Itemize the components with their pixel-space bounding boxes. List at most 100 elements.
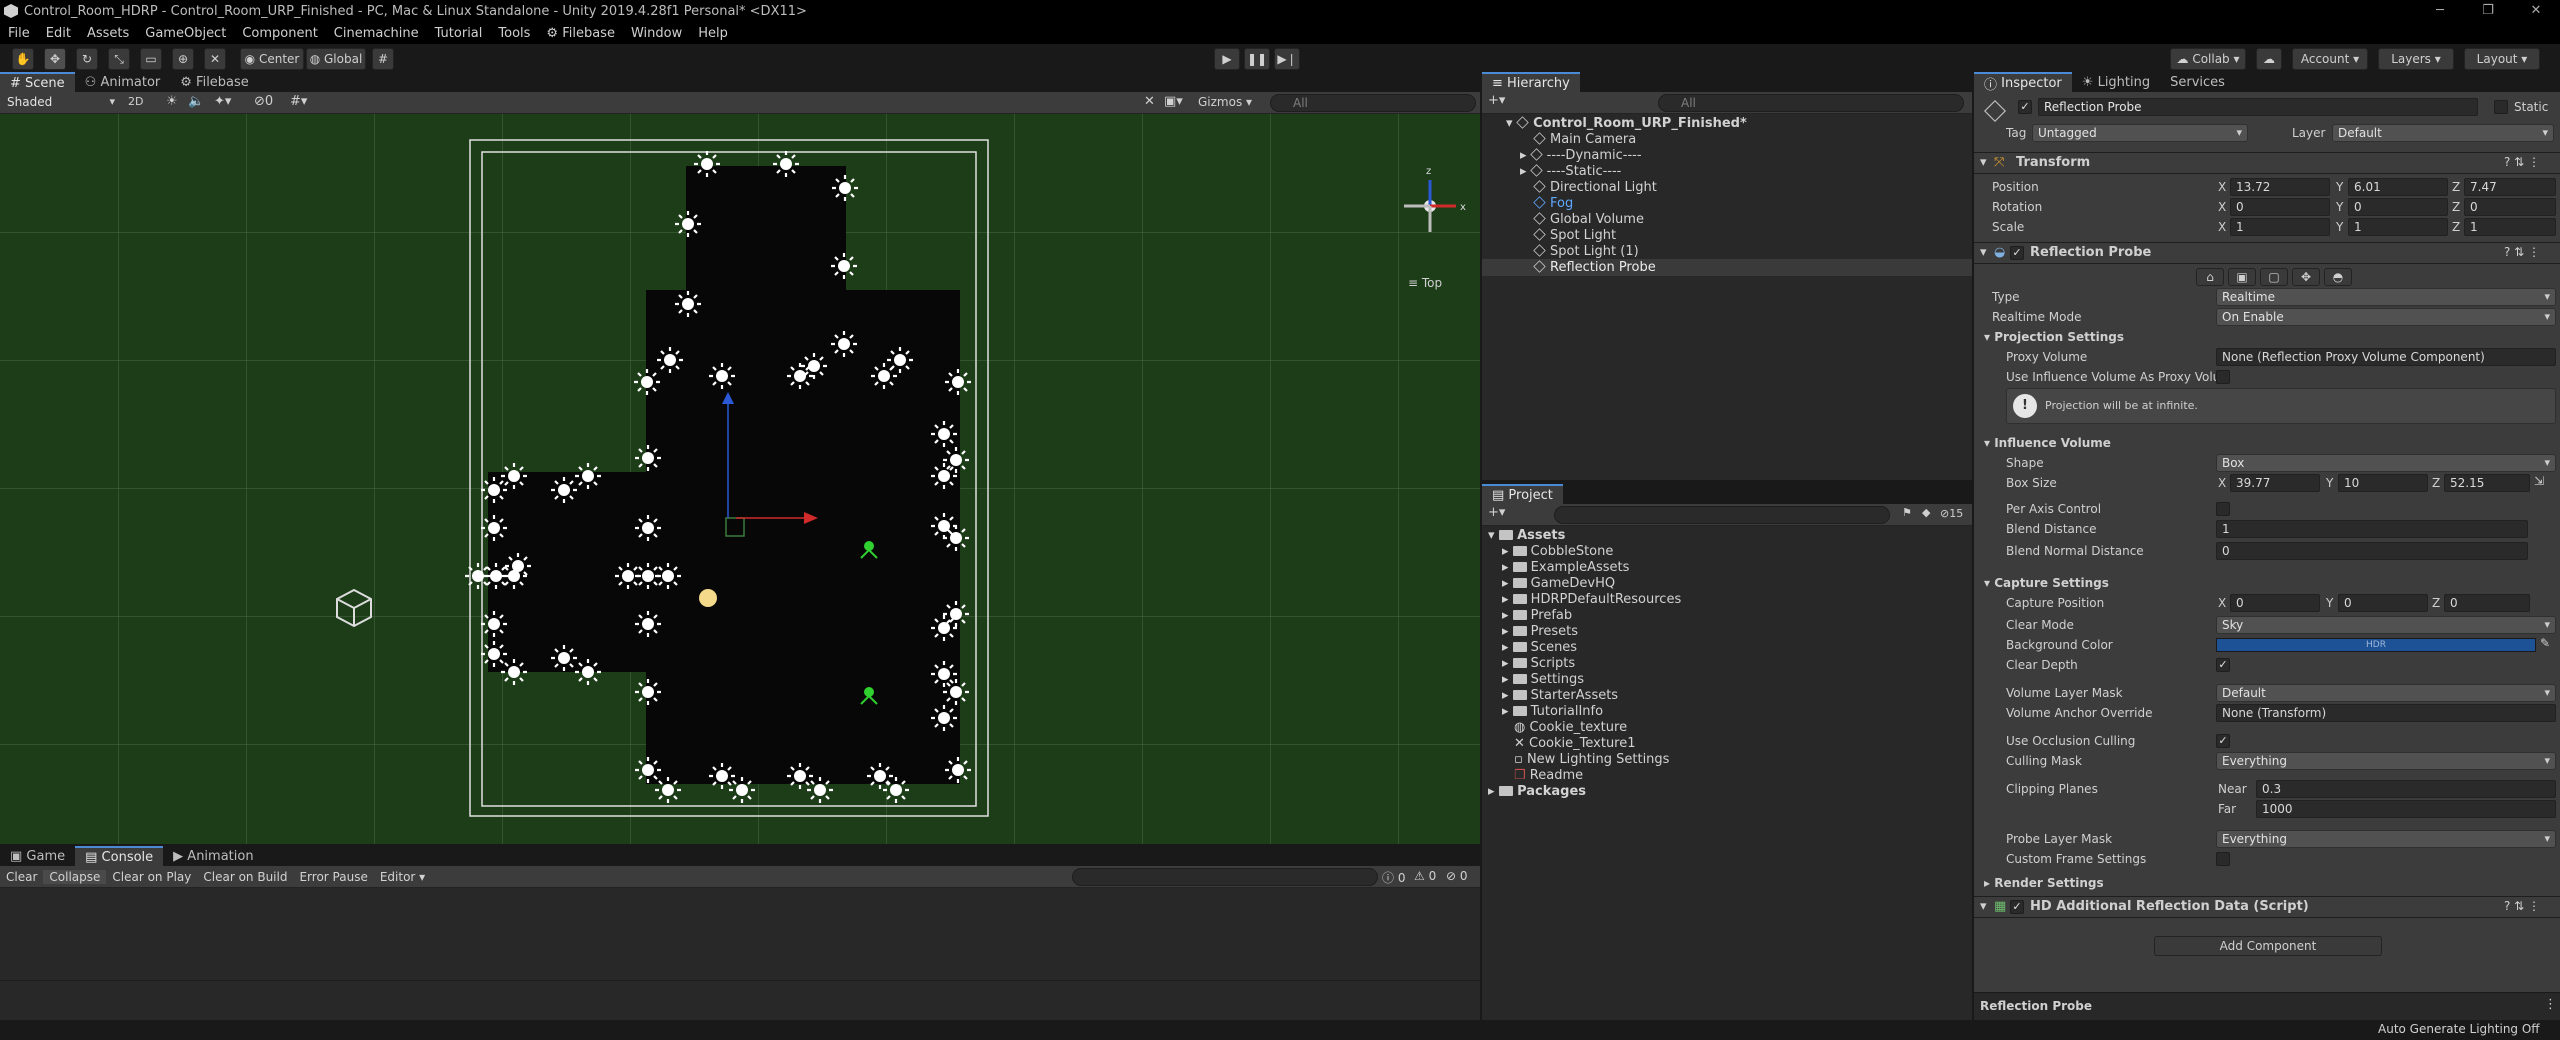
influence-volume-foldout[interactable]: ▾ Influence Volume xyxy=(1984,436,2111,450)
tab-animation[interactable]: ▶ Animation xyxy=(163,846,263,866)
menu-filebase[interactable]: ⚙ Filebase xyxy=(538,26,623,41)
clear-mode-dropdown[interactable]: Sky xyxy=(2216,616,2556,634)
lighting-toggle-icon[interactable]: ☀ xyxy=(166,94,178,109)
tag-dropdown[interactable]: Untagged xyxy=(2032,124,2248,142)
audio-toggle-icon[interactable]: 🔈 xyxy=(188,94,204,109)
transform-tool-icon[interactable]: ⊕ xyxy=(172,48,194,70)
custom-tool-icon[interactable]: ✕ xyxy=(204,48,226,70)
hierarchy-item-main-camera[interactable]: Main Camera xyxy=(1534,132,1636,148)
folder-presets[interactable]: ▸ Presets xyxy=(1502,624,1578,640)
error-count[interactable]: ⊘ 0 xyxy=(1446,869,1468,883)
tab-inspector[interactable]: ⓘ Inspector xyxy=(1974,72,2072,92)
probe-layer-mask-dropdown[interactable]: Everything xyxy=(2216,830,2556,848)
hierarchy-item-dynamic[interactable]: ▸ ----Dynamic---- xyxy=(1520,148,1642,164)
hierarchy-item-spot-light[interactable]: Spot Light xyxy=(1534,228,1616,244)
box-size-x-field[interactable]: 39.77 xyxy=(2230,474,2320,492)
box-edit-icon[interactable]: ⇲ xyxy=(2534,474,2544,488)
culling-mask-dropdown[interactable]: Everything xyxy=(2216,752,2556,770)
scale-x-field[interactable]: 1 xyxy=(2230,218,2330,236)
create-asset-button[interactable]: +▾ xyxy=(1488,505,1505,520)
hierarchy-item-directional-light[interactable]: Directional Light xyxy=(1534,180,1657,196)
hidden-objects-icon[interactable]: ⊘0 xyxy=(254,94,273,109)
step-button[interactable]: ▶❘ xyxy=(1274,48,1300,70)
error-pause-button[interactable]: Error Pause xyxy=(293,870,373,884)
anchor-override-field[interactable]: None (Transform) xyxy=(2216,704,2556,722)
component-menu-icons[interactable]: ? ⇅ ⋮ xyxy=(2504,899,2540,913)
component-menu-icons[interactable]: ? ⇅ ⋮ xyxy=(2504,245,2540,259)
custom-frame-checkbox[interactable] xyxy=(2216,852,2230,866)
shading-mode-dropdown[interactable]: Shaded xyxy=(2,94,120,112)
minimize-icon[interactable]: ─ xyxy=(2420,0,2460,22)
scene-root[interactable]: ▾ Control_Room_URP_Finished* xyxy=(1506,116,1747,132)
pivot-global-button[interactable]: ◍ Global xyxy=(306,48,366,70)
console-search-input[interactable] xyxy=(1072,868,1378,886)
proxy-volume-field[interactable]: None (Reflection Proxy Volume Component) xyxy=(2216,348,2556,366)
volume-layer-mask-dropdown[interactable]: Default xyxy=(2216,684,2556,702)
gizmos-dropdown[interactable]: Gizmos ▾ xyxy=(1198,95,1252,109)
play-button[interactable]: ▶ xyxy=(1214,48,1240,70)
shape-dropdown[interactable]: Box xyxy=(2216,454,2556,472)
menu-edit[interactable]: Edit xyxy=(38,26,79,41)
project-search-input[interactable] xyxy=(1554,506,1890,524)
far-field[interactable]: 1000 xyxy=(2256,800,2556,818)
rotate-tool-icon[interactable]: ↻ xyxy=(76,48,98,70)
log-count[interactable]: ⓘ 0 xyxy=(1382,869,1405,886)
account-dropdown[interactable]: Account ▾ xyxy=(2292,48,2368,70)
warning-count[interactable]: ⚠ 0 xyxy=(1414,869,1436,883)
tools-icon[interactable]: ✕ xyxy=(1144,94,1155,109)
rect-tool-icon[interactable]: ▭ xyxy=(140,48,162,70)
tab-lighting[interactable]: ☀ Lighting xyxy=(2072,72,2160,92)
asset-readme[interactable]: ❒ Readme xyxy=(1514,768,1583,784)
folder-scripts[interactable]: ▸ Scripts xyxy=(1502,656,1575,672)
folder-prefab[interactable]: ▸ Prefab xyxy=(1502,608,1572,624)
hierarchy-search-input[interactable]: All xyxy=(1658,94,1964,112)
scene-search-input[interactable]: All xyxy=(1270,94,1476,112)
hierarchy-item-static[interactable]: ▸ ----Static---- xyxy=(1520,164,1621,180)
box-size-z-field[interactable]: 52.15 xyxy=(2444,474,2530,492)
tab-project[interactable]: ▤ Project xyxy=(1482,484,1563,504)
rotation-x-field[interactable]: 0 xyxy=(2230,198,2330,216)
static-checkbox[interactable] xyxy=(2494,100,2508,114)
use-influence-checkbox[interactable] xyxy=(2216,370,2230,384)
realtime-mode-dropdown[interactable]: On Enable xyxy=(2216,308,2556,326)
assets-root[interactable]: ▾ Assets xyxy=(1488,528,1565,544)
menu-tutorial[interactable]: Tutorial xyxy=(427,26,491,41)
asset-cookie-texture[interactable]: ◍ Cookie_texture xyxy=(1514,720,1627,736)
collapse-button[interactable]: Collapse xyxy=(43,870,106,884)
component-menu-icons[interactable]: ? ⇅ ⋮ xyxy=(2504,155,2540,169)
capture-z-field[interactable]: 0 xyxy=(2444,594,2530,612)
tab-console[interactable]: ▤ Console xyxy=(75,846,163,866)
scale-z-field[interactable]: 1 xyxy=(2464,218,2556,236)
position-y-field[interactable]: 6.01 xyxy=(2348,178,2448,196)
transform-header[interactable]: ▾ ⤧ Transform ? ⇅ ⋮ xyxy=(1974,152,2560,174)
clear-on-build-button[interactable]: Clear on Build xyxy=(197,870,293,884)
edit-capture-point-icon[interactable]: ✥ xyxy=(2292,268,2320,286)
capture-y-field[interactable]: 0 xyxy=(2338,594,2428,612)
tab-scene[interactable]: # Scene xyxy=(0,72,75,92)
add-component-button[interactable]: Add Component xyxy=(2154,936,2382,956)
tab-services[interactable]: Services xyxy=(2160,72,2235,92)
grid-toggle-icon[interactable]: #▾ xyxy=(290,94,307,109)
scale-y-field[interactable]: 1 xyxy=(2348,218,2448,236)
tab-game[interactable]: ▣ Game xyxy=(0,846,75,866)
type-dropdown[interactable]: Realtime xyxy=(2216,288,2556,306)
folder-scenes[interactable]: ▸ Scenes xyxy=(1502,640,1577,656)
occlusion-culling-checkbox[interactable]: ✓ xyxy=(2216,734,2230,748)
reflection-probe-header[interactable]: ▾ ◒ ✓ Reflection Probe ? ⇅ ⋮ xyxy=(1974,242,2560,264)
menu-component[interactable]: Component xyxy=(234,26,325,41)
close-icon[interactable]: ✕ xyxy=(2516,0,2556,22)
create-button[interactable]: +▾ xyxy=(1488,93,1505,108)
blend-distance-field[interactable]: 1 xyxy=(2216,520,2528,538)
menu-help[interactable]: Help xyxy=(690,26,736,41)
menu-window[interactable]: Window xyxy=(623,26,690,41)
clear-depth-checkbox[interactable]: ✓ xyxy=(2216,658,2230,672)
tab-filebase[interactable]: ⚙ Filebase xyxy=(170,72,259,92)
scale-tool-icon[interactable]: ⤡ xyxy=(108,48,130,70)
per-axis-checkbox[interactable] xyxy=(2216,502,2230,516)
eyedropper-icon[interactable]: ✎ xyxy=(2540,636,2550,650)
box-size-y-field[interactable]: 10 xyxy=(2338,474,2428,492)
menu-assets[interactable]: Assets xyxy=(79,26,137,41)
move-tool-icon[interactable]: ✥ xyxy=(44,48,66,70)
filter-by-label-icon[interactable]: ◆ xyxy=(1922,506,1930,519)
capture-settings-foldout[interactable]: ▾ Capture Settings xyxy=(1984,576,2109,590)
